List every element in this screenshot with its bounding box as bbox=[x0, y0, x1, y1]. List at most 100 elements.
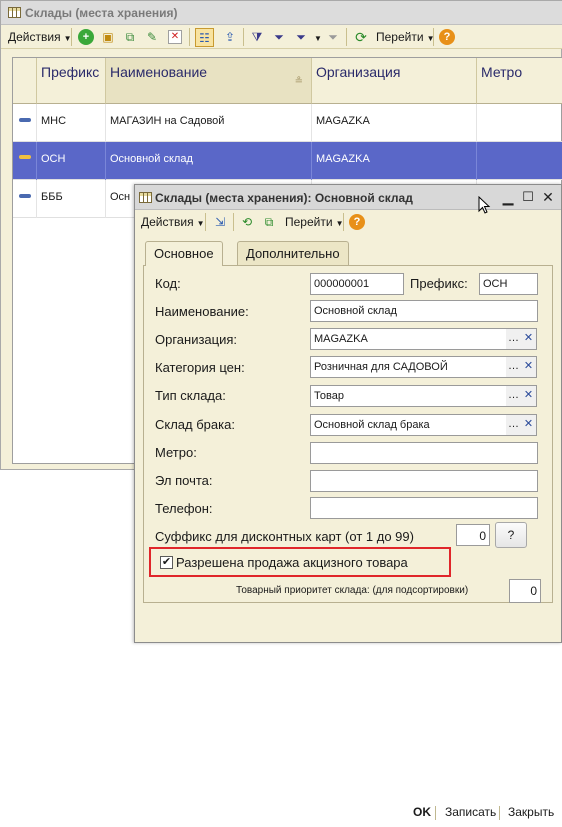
price-category-field[interactable]: Розничная для САДОВОЙ bbox=[310, 356, 507, 378]
toolbar-separator bbox=[205, 213, 206, 231]
organization-field[interactable]: MAGAZKA bbox=[310, 328, 507, 350]
organization-clear-icon[interactable]: ✕ bbox=[521, 328, 537, 350]
cell-metro bbox=[477, 142, 562, 180]
discount-suffix-label: Суффикс для дисконтных карт (от 1 до 99) bbox=[155, 529, 414, 544]
element-icon bbox=[19, 155, 31, 159]
email-label: Эл почта: bbox=[155, 473, 213, 488]
organization-select-button[interactable]: … bbox=[506, 328, 522, 350]
column-header-organization[interactable]: Организация bbox=[312, 58, 477, 104]
code-field[interactable]: 000000001 bbox=[310, 273, 404, 295]
dialog-footer: OK Записать Закрыть bbox=[135, 800, 561, 827]
priority-label: Товарный приоритет склада: (для подсорти… bbox=[236, 585, 469, 596]
save-button[interactable]: Записать bbox=[445, 805, 496, 819]
table-row[interactable]: ОСН Основной склад MAGAZKA bbox=[13, 142, 562, 180]
dialog-goto-menu[interactable]: Перейти ▼ bbox=[285, 215, 343, 229]
warehouse-type-clear-icon[interactable]: ✕ bbox=[521, 385, 537, 407]
hierarchy-icon[interactable]: ☷ bbox=[195, 28, 214, 47]
close-icon[interactable]: ✕ bbox=[539, 188, 557, 206]
prefix-label: Префикс: bbox=[410, 276, 468, 291]
discount-suffix-field[interactable]: 0 bbox=[456, 524, 490, 546]
toolbar-separator bbox=[189, 28, 190, 46]
defect-warehouse-clear-icon[interactable]: ✕ bbox=[521, 414, 537, 436]
defect-warehouse-select-button[interactable]: … bbox=[506, 414, 522, 436]
metro-label: Метро: bbox=[155, 445, 197, 460]
excise-label[interactable]: Разрешена продажа акцизного товара bbox=[176, 555, 408, 570]
add-icon[interactable]: + bbox=[78, 29, 94, 45]
toolbar-separator bbox=[343, 213, 344, 231]
main-window-titlebar[interactable]: Склады (места хранения) bbox=[1, 1, 562, 25]
cell-metro bbox=[477, 104, 562, 142]
tab-main[interactable]: Основное bbox=[145, 241, 223, 266]
discount-suffix-help-button[interactable]: ? bbox=[495, 522, 527, 548]
toolbar-separator bbox=[243, 28, 244, 46]
prefix-field[interactable]: ОСН bbox=[479, 273, 538, 295]
filter-set-icon[interactable]: ⧩ bbox=[249, 29, 265, 45]
name-label: Наименование: bbox=[155, 304, 249, 319]
cell-organization: MAGAZKA bbox=[312, 142, 477, 180]
cell-name: Основной склад bbox=[106, 142, 312, 180]
cell-prefix: ОСН bbox=[37, 142, 106, 180]
cell-prefix: БББ bbox=[37, 180, 106, 218]
filter-history-icon[interactable]: ⏷ bbox=[293, 29, 309, 45]
chevron-down-icon[interactable]: ▼ bbox=[314, 34, 322, 43]
cell-organization: MAGAZKA bbox=[312, 104, 477, 142]
main-window-title: Склады (места хранения) bbox=[25, 6, 178, 20]
actions-menu[interactable]: Действия ▼ bbox=[8, 30, 72, 44]
phone-label: Телефон: bbox=[155, 501, 213, 516]
cell-prefix: МНС bbox=[37, 104, 106, 142]
reread-icon[interactable]: ⟲ bbox=[239, 214, 255, 230]
minimize-icon[interactable]: ▁ bbox=[499, 188, 517, 206]
table-row[interactable]: МНС МАГАЗИН на Садовой MAGAZKA bbox=[13, 104, 562, 142]
toolbar-separator bbox=[233, 213, 234, 231]
price-category-select-button[interactable]: … bbox=[506, 356, 522, 378]
help-icon[interactable]: ? bbox=[439, 29, 455, 45]
dialog-actions-menu[interactable]: Действия ▼ bbox=[141, 215, 205, 229]
warehouse-type-field[interactable]: Товар bbox=[310, 385, 507, 407]
defect-warehouse-label: Склад брака: bbox=[155, 417, 235, 432]
column-header-name[interactable]: Наименование ≗ bbox=[106, 58, 312, 104]
name-field[interactable]: Основной склад bbox=[310, 300, 538, 322]
refresh-icon[interactable]: ⟳ bbox=[353, 29, 369, 45]
main-toolbar: Действия ▼ + ▣ ⧉ ✎ ✕ ☷ ⇪ ⧩ ⏷ ⏷ ▼ ⏷ ⟳ Пере… bbox=[1, 25, 562, 49]
defect-warehouse-field[interactable]: Основной склад брака bbox=[310, 414, 507, 436]
excise-checkbox[interactable]: ✔ bbox=[160, 556, 173, 569]
code-label: Код: bbox=[155, 276, 181, 291]
cell-name: МАГАЗИН на Садовой bbox=[106, 104, 312, 142]
filter-off-icon[interactable]: ⏷ bbox=[325, 29, 341, 45]
checkmark-icon: ✔ bbox=[161, 556, 172, 568]
column-header-metro[interactable]: Метро bbox=[477, 58, 562, 104]
mouse-cursor-icon bbox=[478, 196, 491, 214]
grid-header-icon-col bbox=[13, 58, 37, 104]
add-folder-icon[interactable]: ▣ bbox=[100, 29, 116, 45]
tab-additional[interactable]: Дополнительно bbox=[237, 241, 349, 265]
help-icon[interactable]: ? bbox=[349, 214, 365, 230]
priority-field[interactable]: 0 bbox=[509, 579, 541, 603]
save-close-icon[interactable]: ⇲ bbox=[212, 214, 228, 230]
email-field[interactable] bbox=[310, 470, 538, 492]
organization-label: Организация: bbox=[155, 332, 238, 347]
warehouse-type-select-button[interactable]: … bbox=[506, 385, 522, 407]
copy-icon[interactable]: ⧉ bbox=[122, 29, 138, 45]
phone-field[interactable] bbox=[310, 497, 538, 519]
toolbar-separator bbox=[346, 28, 347, 46]
metro-field[interactable] bbox=[310, 442, 538, 464]
copy-icon[interactable]: ⧉ bbox=[261, 214, 277, 230]
goto-menu[interactable]: Перейти ▼ bbox=[376, 30, 434, 44]
filter-icon[interactable]: ⏷ bbox=[271, 29, 287, 45]
close-button[interactable]: Закрыть bbox=[508, 805, 554, 819]
maximize-icon[interactable]: ☐ bbox=[519, 188, 537, 206]
toolbar-separator bbox=[433, 28, 434, 46]
warehouse-type-label: Тип склада: bbox=[155, 388, 226, 403]
ok-button[interactable]: OK bbox=[413, 805, 431, 819]
element-icon bbox=[19, 194, 31, 198]
up-level-icon[interactable]: ⇪ bbox=[222, 29, 238, 45]
element-icon bbox=[19, 118, 31, 122]
toolbar-separator bbox=[71, 28, 72, 46]
delete-icon[interactable]: ✕ bbox=[168, 30, 182, 44]
dialog-titlebar[interactable]: Склады (места хранения): Основной склад … bbox=[135, 185, 561, 210]
price-category-clear-icon[interactable]: ✕ bbox=[521, 356, 537, 378]
table-icon bbox=[139, 192, 152, 203]
column-header-prefix[interactable]: Префикс bbox=[37, 58, 106, 104]
edit-icon[interactable]: ✎ bbox=[144, 29, 160, 45]
sort-icon: ≗ bbox=[294, 76, 303, 87]
